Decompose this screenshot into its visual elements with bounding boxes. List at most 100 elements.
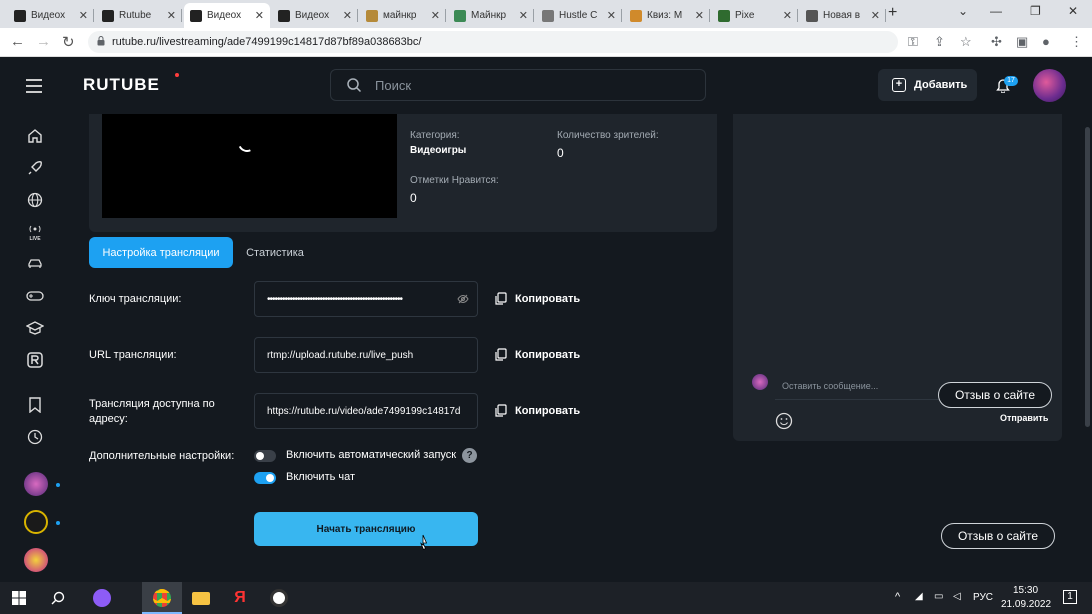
video-preview[interactable] (102, 114, 397, 218)
stream-address-field[interactable]: https://rutube.ru/video/ade7499199c14817… (254, 393, 478, 429)
sidebar-auto[interactable] (25, 254, 45, 274)
tray-expand-icon[interactable]: ^ (895, 591, 900, 603)
stream-url-field[interactable]: rtmp://upload.rutube.ru/live_push (254, 337, 478, 373)
tab-close-icon[interactable]: ✕ (255, 9, 264, 22)
obs-recorder-icon[interactable] (269, 588, 289, 608)
browser-tab[interactable]: Квиз: М ✕ (624, 3, 710, 28)
minimize-button[interactable]: — (990, 4, 1002, 18)
yandex-browser-icon[interactable]: Я (230, 588, 250, 608)
sidebar-trends[interactable] (25, 158, 45, 178)
autostart-toggle[interactable] (254, 450, 276, 462)
side-panel-icon[interactable]: ▣ (1016, 34, 1028, 50)
tab-separator (533, 9, 534, 22)
battery-icon[interactable]: ▭ (934, 591, 943, 602)
chat-toggle[interactable] (254, 472, 276, 484)
extensions-icon[interactable]: ✣ (991, 34, 1002, 50)
clock-time[interactable]: 15:30 (1013, 585, 1038, 596)
sidebar-saved[interactable] (25, 395, 45, 415)
category-label: Категория: (410, 130, 460, 141)
chat-message-input[interactable]: Оставить сообщение... (775, 372, 949, 400)
sidebar-education[interactable] (25, 318, 45, 338)
tab-close-icon[interactable]: ✕ (79, 9, 88, 22)
browser-tab[interactable]: Майнкр ✕ (448, 3, 534, 28)
tab-stream-settings[interactable]: Настройка трансляции (89, 237, 233, 268)
copy-url-button[interactable]: Копировать (494, 347, 580, 363)
maximize-button[interactable]: ❐ (1030, 4, 1041, 18)
tab-close-icon[interactable]: ✕ (431, 9, 440, 22)
tab-close-icon[interactable]: ✕ (783, 9, 792, 22)
tab-close-icon[interactable]: ✕ (343, 9, 352, 22)
close-window-button[interactable]: ✕ (1068, 4, 1078, 18)
copy-key-button[interactable]: Копировать (494, 291, 580, 307)
browser-tab[interactable]: Видеох ✕ (184, 3, 270, 28)
back-arrow-icon[interactable]: ← (10, 33, 25, 50)
sidebar-explore[interactable] (25, 190, 45, 210)
network-icon[interactable]: ◢ (915, 591, 923, 602)
share-icon[interactable]: ⇪ (934, 34, 945, 50)
menu-dots-icon[interactable]: ⋮ (1070, 34, 1083, 50)
copy-address-button[interactable]: Копировать (494, 403, 580, 419)
feedback-button[interactable]: Отзыв о сайте (941, 523, 1055, 549)
subscription-avatar[interactable] (24, 472, 48, 496)
tab-close-icon[interactable]: ✕ (519, 9, 528, 22)
emoji-icon[interactable] (775, 412, 793, 430)
reload-icon[interactable]: ↻ (62, 33, 75, 51)
send-button[interactable]: Отправить (1000, 413, 1048, 423)
alice-assistant-icon[interactable] (92, 588, 112, 608)
sidebar-live[interactable]: LIVE (25, 222, 45, 242)
hamburger-menu-icon[interactable] (26, 79, 42, 97)
stream-key-field[interactable]: ••••••••••••••••••••••••••••••••••••••••… (254, 281, 478, 317)
stream-address-label: Трансляция доступна по адресу: (89, 398, 215, 425)
tab-search-icon[interactable]: ⌄ (958, 4, 968, 18)
windows-start-icon[interactable] (12, 591, 26, 605)
tab-separator (357, 9, 358, 22)
profile-icon[interactable]: ● (1042, 34, 1050, 49)
add-button[interactable]: + Добавить (878, 69, 977, 101)
sidebar-rutube-original[interactable] (25, 350, 45, 370)
browser-tab[interactable]: Rutube ✕ (96, 3, 182, 28)
rutube-logo[interactable]: RUTUBE (83, 75, 160, 95)
eye-hidden-icon[interactable] (457, 293, 469, 305)
search-input[interactable]: Поиск (330, 69, 706, 101)
help-icon[interactable]: ? (462, 448, 477, 463)
bookmark-star-icon[interactable]: ☆ (960, 34, 972, 50)
start-stream-button[interactable]: Начать трансляцию (254, 512, 478, 546)
address-bar[interactable]: rutube.ru/livestreaming/ade7499199c14817… (88, 31, 898, 53)
notification-badge: 17 (1004, 76, 1018, 86)
sidebar-home[interactable] (25, 126, 45, 146)
browser-tab[interactable]: Видеох ✕ (8, 3, 94, 28)
new-tab-button[interactable]: + (888, 4, 897, 22)
subscription-avatar[interactable] (24, 548, 48, 572)
subscription-avatar[interactable] (24, 510, 48, 534)
page-scrollbar[interactable] (1085, 127, 1090, 427)
volume-icon[interactable]: ◁ (953, 591, 961, 602)
tab-separator (181, 9, 182, 22)
user-avatar[interactable] (1033, 69, 1066, 102)
file-explorer-icon[interactable] (191, 588, 211, 608)
sidebar-games[interactable] (25, 286, 45, 306)
browser-tab[interactable]: Hustle C ✕ (536, 3, 622, 28)
copy-label: Копировать (515, 293, 581, 305)
browser-tab[interactable]: Видеох ✕ (272, 3, 358, 28)
clock-date[interactable]: 21.09.2022 (1001, 599, 1051, 610)
forward-arrow-icon[interactable]: → (36, 33, 51, 50)
copy-icon (495, 348, 507, 361)
sidebar-history[interactable] (25, 427, 45, 447)
tab-close-icon[interactable]: ✕ (695, 9, 704, 22)
notification-center-icon[interactable]: 1 (1063, 590, 1077, 604)
browser-tab[interactable]: Pixe ✕ (712, 3, 798, 28)
browser-tab[interactable]: майнкр ✕ (360, 3, 446, 28)
feedback-button-chat[interactable]: Отзыв о сайте (938, 382, 1052, 408)
language-indicator[interactable]: РУС (973, 592, 993, 603)
chrome-icon[interactable] (152, 588, 172, 608)
tab-close-icon[interactable]: ✕ (167, 9, 176, 22)
search-icon[interactable] (51, 591, 65, 605)
browser-tab[interactable]: Новая в ✕ (800, 3, 886, 28)
stream-key-value: ••••••••••••••••••••••••••••••••••••••••… (267, 293, 403, 305)
tab-favicon-icon (14, 9, 26, 22)
key-icon[interactable]: ⚿ (908, 34, 918, 50)
gamepad-icon (26, 291, 44, 301)
tab-close-icon[interactable]: ✕ (607, 9, 616, 22)
tab-statistics[interactable]: Статистика (233, 237, 317, 268)
tab-close-icon[interactable]: ✕ (871, 9, 880, 22)
